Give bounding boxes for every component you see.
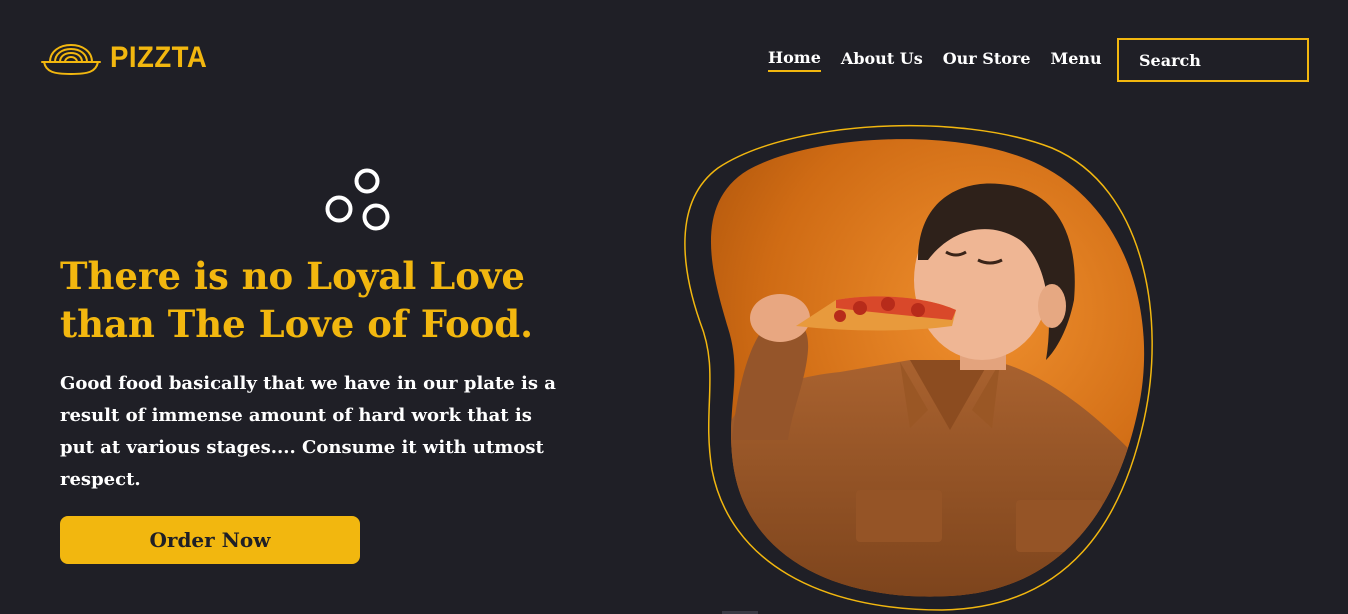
nav-home-link[interactable]: Home	[768, 48, 821, 72]
pasta-bowl-icon	[41, 43, 101, 76]
brand-logo[interactable]: PIZZTA	[40, 40, 216, 76]
nav-store-link[interactable]: Our Store	[943, 49, 1031, 71]
brand-name: PIZZTA	[110, 41, 208, 74]
search-box	[1117, 38, 1309, 82]
main-nav: Home About Us Our Store Menu	[768, 48, 1122, 72]
nav-menu-link[interactable]: Menu	[1051, 49, 1102, 71]
search-input[interactable]	[1119, 40, 1307, 80]
hero-description: Good food basically that we have in our …	[60, 373, 556, 490]
order-now-button[interactable]: Order Now	[60, 516, 360, 564]
hero-headline: There is no Loyal Love than The Love of …	[60, 254, 534, 346]
bubbles-icon	[325, 168, 390, 231]
nav-about-link[interactable]: About Us	[841, 49, 923, 71]
hero-image	[684, 124, 1153, 611]
